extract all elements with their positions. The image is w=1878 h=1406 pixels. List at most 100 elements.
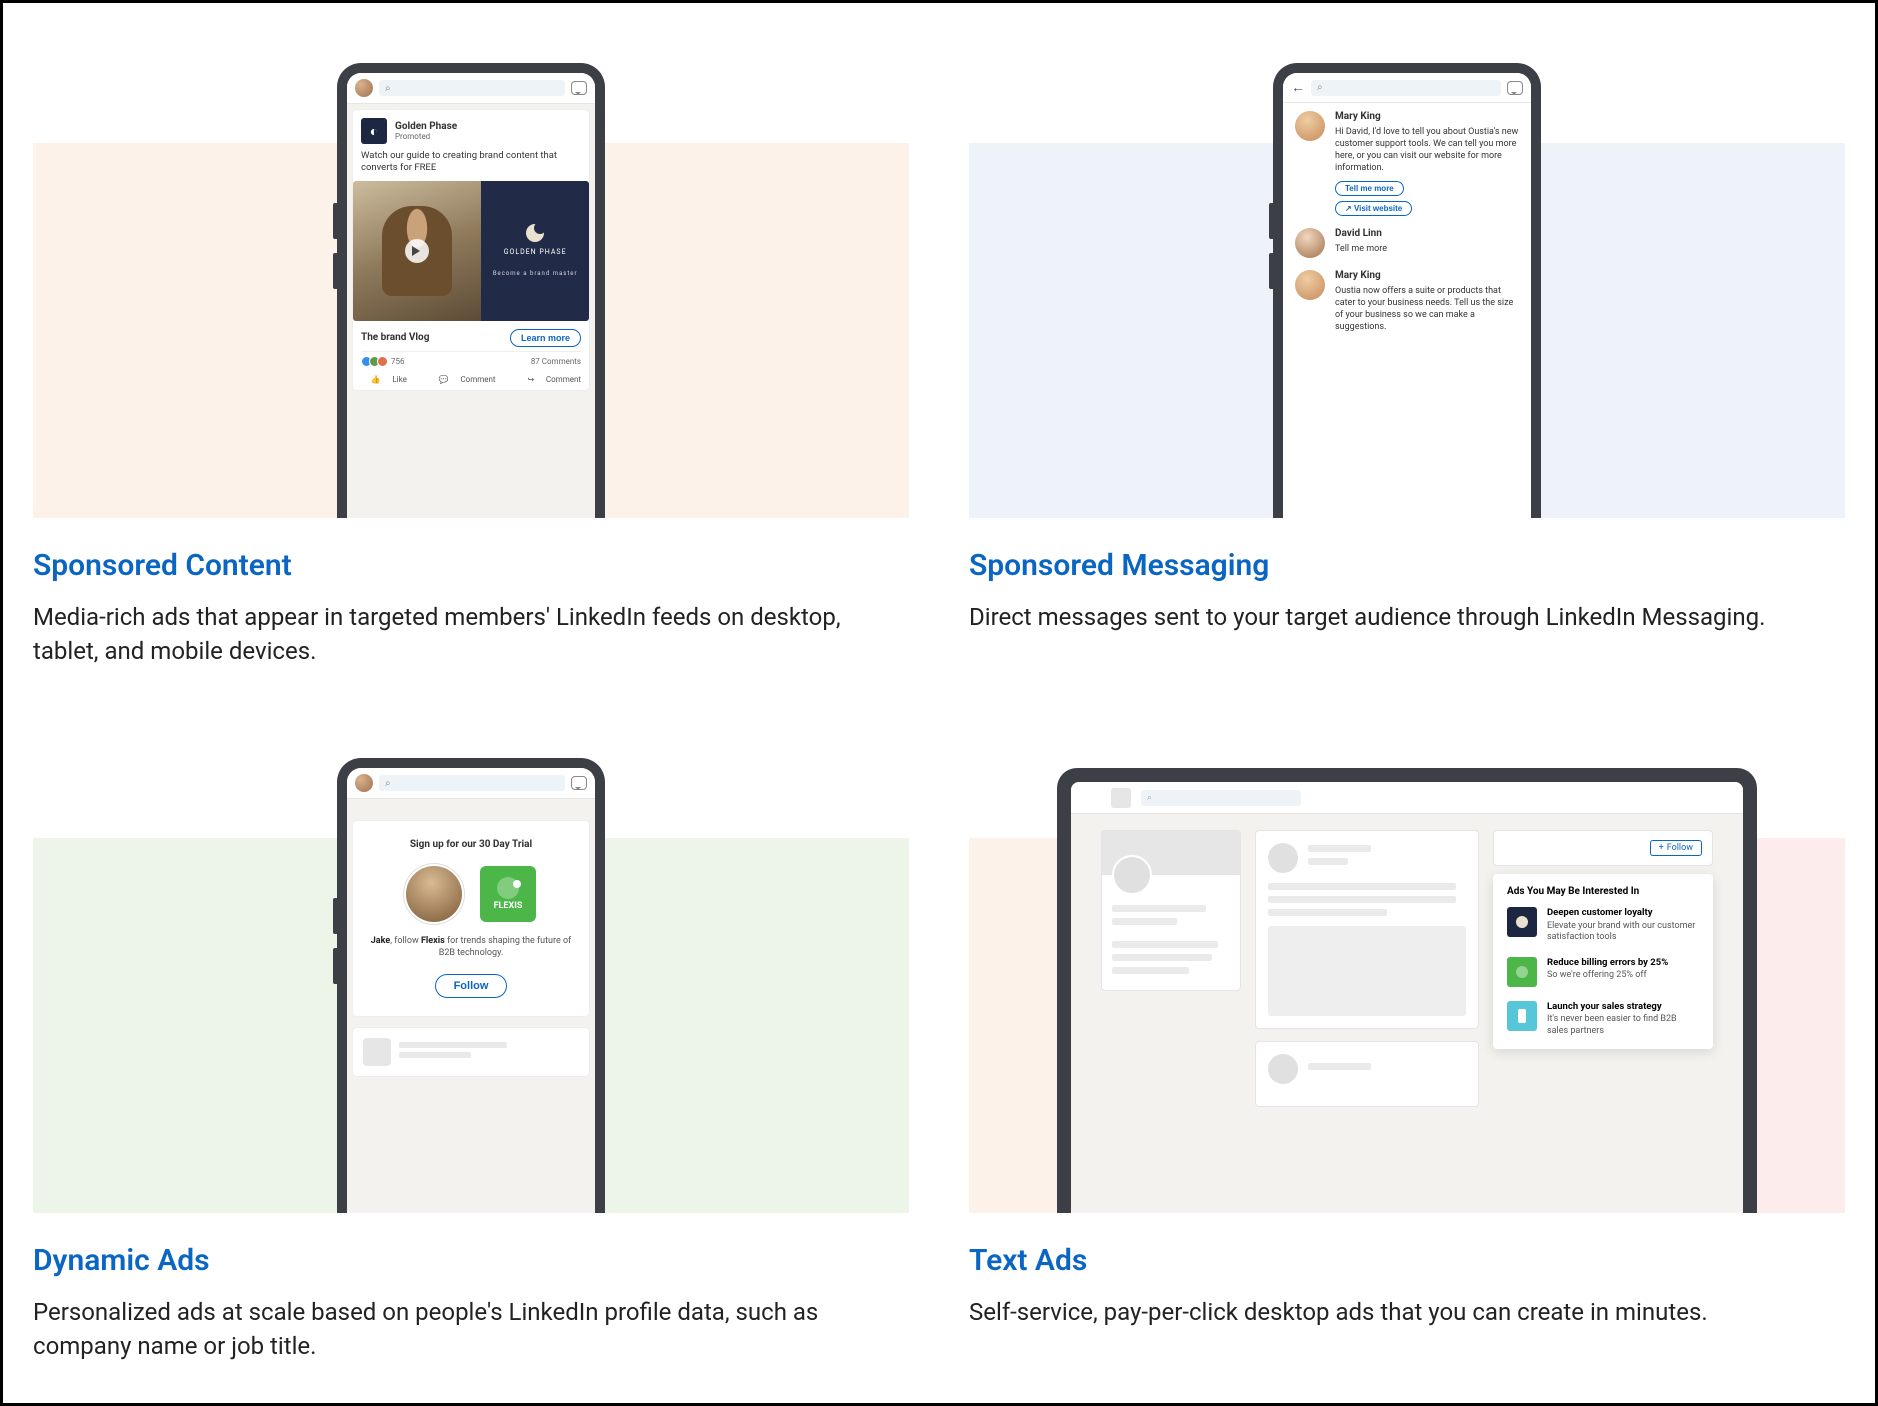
placeholder-line bbox=[1308, 1063, 1371, 1070]
placeholder-line bbox=[1112, 918, 1177, 925]
messaging-icon[interactable] bbox=[571, 776, 587, 790]
phone-screen: ⌕ ◐ Golden Phase Promoted Watch our guid… bbox=[347, 73, 595, 518]
right-rail: +Follow Ads You May Be Interested In Dee… bbox=[1493, 830, 1713, 1107]
ad-title: Launch your sales strategy bbox=[1547, 1001, 1699, 1012]
vlog-title: The brand Vlog bbox=[361, 332, 429, 343]
post-media[interactable]: GOLDEN PHASE Become a brand master bbox=[353, 181, 589, 321]
placeholder-line bbox=[1112, 967, 1189, 974]
moon-icon bbox=[526, 224, 544, 242]
card-title[interactable]: Sponsored Content bbox=[33, 548, 909, 583]
play-icon[interactable] bbox=[405, 239, 429, 263]
card-sponsored-messaging: ← ⌕ Mary King Hi David, I'd love to tell… bbox=[969, 43, 1845, 668]
feed-post-placeholder bbox=[1255, 1041, 1479, 1107]
follow-box: +Follow bbox=[1493, 830, 1713, 866]
message-text: Hi David, I'd love to tell you about Ous… bbox=[1335, 126, 1519, 175]
user-avatar bbox=[406, 866, 462, 922]
illustration: ⌕ ◐ Golden Phase Promoted Watch our guid… bbox=[33, 43, 909, 518]
company-name[interactable]: Golden Phase bbox=[395, 121, 457, 132]
placeholder-line bbox=[1112, 954, 1212, 961]
main-feed bbox=[1255, 830, 1479, 1107]
logo-mark-icon bbox=[497, 877, 519, 899]
topbar: ← ⌕ bbox=[1283, 73, 1531, 103]
follow-button[interactable]: Follow bbox=[435, 974, 508, 998]
avatar-placeholder bbox=[1112, 855, 1152, 895]
placeholder-line bbox=[399, 1042, 507, 1048]
search-input[interactable]: ⌕ bbox=[1141, 790, 1301, 806]
ads-panel: Ads You May Be Interested In Deepen cust… bbox=[1493, 874, 1713, 1049]
ad-subtitle: It's never been easier to find B2B sales… bbox=[1547, 1014, 1699, 1037]
share-button[interactable]: ↪ Comment bbox=[518, 375, 581, 384]
placeholder-line bbox=[1268, 896, 1456, 903]
topbar: ⌕ bbox=[347, 768, 595, 799]
card-description: Self-service, pay-per-click desktop ads … bbox=[969, 1296, 1845, 1330]
logo-text: FLEXIS bbox=[494, 901, 523, 911]
card-title[interactable]: Text Ads bbox=[969, 1243, 1845, 1278]
card-title[interactable]: Dynamic Ads bbox=[33, 1243, 909, 1278]
comments-count[interactable]: 87 Comments bbox=[531, 357, 581, 366]
search-input[interactable]: ⌕ bbox=[1311, 80, 1501, 96]
card-title[interactable]: Sponsored Messaging bbox=[969, 548, 1845, 583]
placeholder-avatar bbox=[363, 1038, 391, 1066]
placeholder-line bbox=[1268, 909, 1387, 916]
plus-icon: + bbox=[1659, 843, 1664, 853]
feed-post: ◐ Golden Phase Promoted Watch our guide … bbox=[353, 110, 589, 390]
search-input[interactable]: ⌕ bbox=[379, 80, 565, 96]
placeholder-line bbox=[1112, 905, 1206, 912]
love-reaction-icon bbox=[377, 356, 388, 367]
learn-more-button[interactable]: Learn more bbox=[510, 329, 581, 347]
reactions[interactable]: 756 bbox=[361, 356, 405, 367]
phone-mock: ⌕ Sign up for our 30 Day Trial FLEXIS bbox=[337, 758, 605, 1213]
tell-me-more-button[interactable]: Tell me more bbox=[1335, 181, 1404, 196]
feed-post-placeholder bbox=[1255, 830, 1479, 1029]
ghost-card bbox=[353, 1028, 589, 1076]
text-ad[interactable]: Launch your sales strategy It's never be… bbox=[1507, 1001, 1699, 1037]
card-description: Personalized ads at scale based on peopl… bbox=[33, 1296, 909, 1363]
avatar-placeholder bbox=[1268, 843, 1298, 873]
avatar-placeholder bbox=[1268, 1054, 1298, 1084]
sender-name[interactable]: David Linn bbox=[1335, 228, 1387, 239]
placeholder-line bbox=[1268, 883, 1456, 890]
message: David Linn Tell me more bbox=[1295, 228, 1519, 258]
ads-panel-heading: Ads You May Be Interested In bbox=[1507, 886, 1699, 897]
ad-headline: Sign up for our 30 Day Trial bbox=[367, 839, 575, 850]
placeholder-line bbox=[1308, 858, 1348, 865]
sender-name[interactable]: Mary King bbox=[1335, 270, 1519, 281]
avatar-icon bbox=[355, 79, 373, 97]
brand-panel: GOLDEN PHASE Become a brand master bbox=[481, 181, 589, 321]
ad-format-grid: ⌕ ◐ Golden Phase Promoted Watch our guid… bbox=[33, 43, 1845, 1363]
ad-icon bbox=[1507, 1001, 1537, 1031]
text-ad[interactable]: Deepen customer loyalty Elevate your bra… bbox=[1507, 907, 1699, 943]
phone-screen: ← ⌕ Mary King Hi David, I'd love to tell… bbox=[1283, 73, 1531, 518]
reaction-count: 756 bbox=[391, 357, 405, 366]
comment-button[interactable]: 💬 Comment bbox=[429, 375, 495, 384]
message-thread: Mary King Hi David, I'd love to tell you… bbox=[1283, 103, 1531, 518]
ad-title: Deepen customer loyalty bbox=[1547, 907, 1699, 918]
topbar: ⌕ bbox=[347, 73, 595, 104]
video-thumbnail[interactable] bbox=[353, 181, 481, 321]
placeholder-line bbox=[399, 1052, 471, 1058]
like-button[interactable]: 👍 Like bbox=[361, 375, 407, 384]
placeholder-line bbox=[1112, 941, 1218, 948]
card-description: Media-rich ads that appear in targeted m… bbox=[33, 601, 909, 668]
card-description: Direct messages sent to your target audi… bbox=[969, 601, 1845, 635]
sender-name[interactable]: Mary King bbox=[1335, 111, 1519, 122]
phone-mock: ← ⌕ Mary King Hi David, I'd love to tell… bbox=[1273, 63, 1541, 518]
messaging-icon[interactable] bbox=[1507, 81, 1523, 95]
follow-button[interactable]: +Follow bbox=[1650, 840, 1702, 856]
brand-label: GOLDEN PHASE bbox=[504, 248, 567, 256]
image-placeholder bbox=[1268, 926, 1466, 1016]
post-text: Watch our guide to creating brand conten… bbox=[361, 150, 581, 175]
company-logo: FLEXIS bbox=[480, 866, 536, 922]
sidebar bbox=[1101, 830, 1241, 1107]
logo-placeholder bbox=[1111, 788, 1131, 808]
avatar-icon bbox=[1295, 228, 1325, 258]
tablet-screen: ⌕ bbox=[1071, 782, 1743, 1213]
visit-website-button[interactable]: Visit website bbox=[1335, 201, 1412, 216]
back-arrow-icon[interactable]: ← bbox=[1291, 79, 1305, 96]
brand-caption: Become a brand master bbox=[493, 270, 578, 278]
illustration: ⌕ Sign up for our 30 Day Trial FLEXIS bbox=[33, 738, 909, 1213]
search-input[interactable]: ⌕ bbox=[379, 775, 565, 791]
ad-subtitle: Elevate your brand with our customer sat… bbox=[1547, 921, 1699, 944]
text-ad[interactable]: Reduce billing errors by 25% So we're of… bbox=[1507, 957, 1699, 987]
messaging-icon[interactable] bbox=[571, 81, 587, 95]
